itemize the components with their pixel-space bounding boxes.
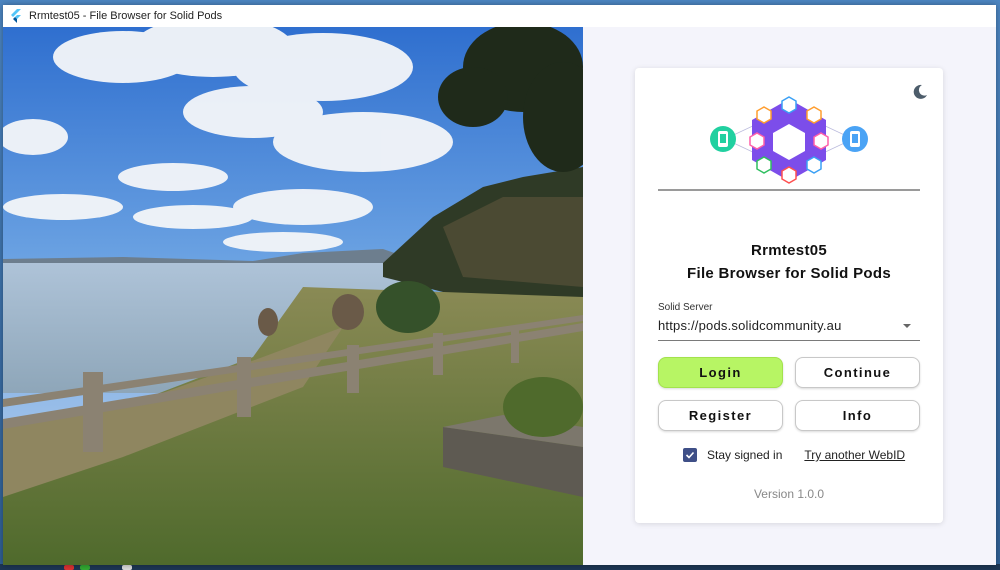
login-button[interactable]: Login bbox=[658, 357, 783, 388]
register-button[interactable]: Register bbox=[658, 400, 783, 431]
app-window: Rrmtest05 - File Browser for Solid Pods bbox=[3, 5, 996, 565]
login-pane: Rrmtest05 File Browser for Solid Pods So… bbox=[583, 27, 996, 565]
window-content: Rrmtest05 File Browser for Solid Pods So… bbox=[3, 27, 996, 565]
logo-divider bbox=[658, 189, 920, 191]
stay-signed-in-row: Stay signed in Try another WebID bbox=[683, 447, 905, 463]
continue-button[interactable]: Continue bbox=[795, 357, 920, 388]
title-bar[interactable]: Rrmtest05 - File Browser for Solid Pods bbox=[3, 5, 996, 27]
version-text: Version 1.0.0 bbox=[753, 487, 825, 501]
window-title: Rrmtest05 - File Browser for Solid Pods bbox=[29, 10, 223, 22]
checkmark-icon bbox=[685, 451, 695, 459]
stay-signed-in-label: Stay signed in bbox=[707, 448, 783, 462]
taskbar-app-icon[interactable] bbox=[122, 565, 132, 570]
moon-icon[interactable] bbox=[911, 83, 929, 101]
server-value: https://pods.solidcommunity.au bbox=[658, 318, 842, 333]
chevron-down-icon bbox=[903, 324, 911, 328]
flutter-app-icon bbox=[11, 9, 21, 23]
server-dropdown[interactable]: https://pods.solidcommunity.au bbox=[658, 316, 920, 341]
info-button[interactable]: Info bbox=[795, 400, 920, 431]
try-another-webid-link[interactable]: Try another WebID bbox=[804, 448, 905, 462]
app-subtitle: File Browser for Solid Pods bbox=[687, 265, 891, 282]
app-name: Rrmtest05 bbox=[750, 242, 828, 259]
taskbar-app-icon[interactable] bbox=[80, 565, 90, 570]
login-card: Rrmtest05 File Browser for Solid Pods So… bbox=[635, 68, 943, 523]
stay-signed-in-checkbox[interactable] bbox=[683, 448, 697, 462]
taskbar-app-icon[interactable] bbox=[64, 565, 74, 570]
server-label: Solid Server bbox=[658, 302, 713, 313]
landscape-photo bbox=[3, 27, 583, 565]
solid-pods-network-logo bbox=[710, 96, 868, 184]
app-heading: Rrmtest05 File Browser for Solid Pods bbox=[635, 239, 943, 285]
